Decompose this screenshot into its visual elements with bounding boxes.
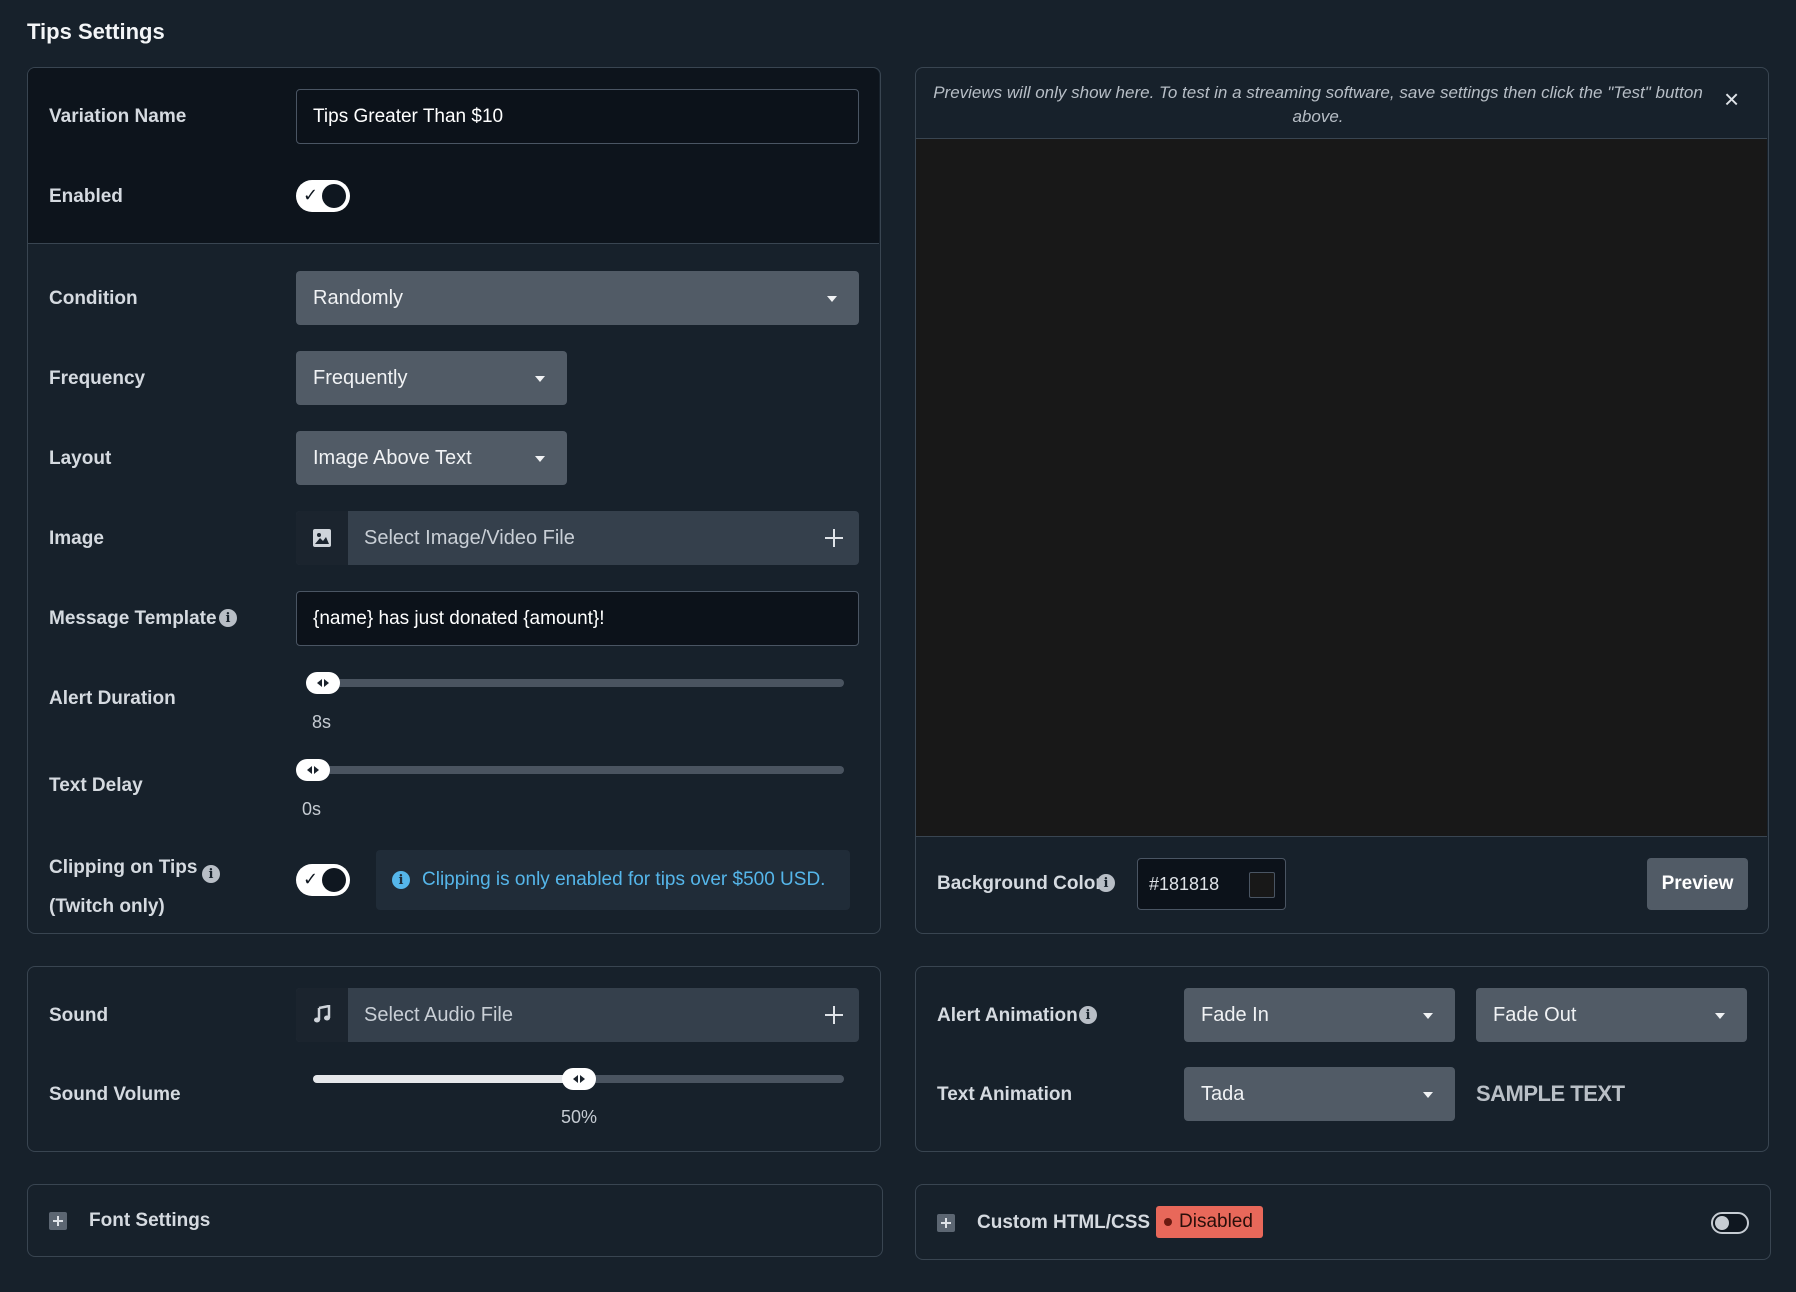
- status-dot: [1164, 1218, 1172, 1226]
- audio-file-picker[interactable]: Select Audio File: [296, 988, 859, 1042]
- expand-icon[interactable]: [49, 1212, 67, 1230]
- preview-notice: Previews will only show here. To test in…: [933, 83, 1703, 126]
- text-animation-label: Text Animation: [937, 1084, 1073, 1105]
- toggle-knob: [1715, 1216, 1729, 1230]
- toggle-knob: [322, 868, 346, 892]
- text-delay-slider-track[interactable]: [303, 766, 844, 774]
- custom-html-toggle[interactable]: [1711, 1212, 1749, 1234]
- sound-volume-label: Sound Volume: [49, 1084, 181, 1105]
- sample-text: SAMPLE TEXT: [1476, 1081, 1625, 1106]
- variation-settings-panel: Variation Name Tips Greater Than $10 Ena…: [27, 67, 881, 934]
- add-image-icon[interactable]: [825, 529, 843, 547]
- sound-panel: Sound Select Audio File Sound Volume 50%: [27, 966, 881, 1152]
- frequency-label: Frequency: [49, 368, 146, 389]
- sound-volume-value: 50%: [561, 1107, 598, 1127]
- text-animation-select[interactable]: Tada: [1184, 1067, 1455, 1121]
- text-animation-value: Tada: [1201, 1082, 1245, 1105]
- color-swatch[interactable]: [1249, 872, 1275, 898]
- image-placeholder: Select Image/Video File: [364, 526, 575, 549]
- chevron-down-icon: [535, 376, 545, 382]
- chevron-down-icon: [827, 296, 837, 302]
- preview-panel: Previews will only show here. To test in…: [915, 67, 1769, 934]
- background-color-value: #181818: [1149, 873, 1220, 894]
- condition-select[interactable]: Randomly: [296, 271, 859, 325]
- sound-volume-slider-fill: [313, 1075, 579, 1083]
- custom-html-panel[interactable]: Custom HTML/CSS Disabled: [915, 1184, 1771, 1260]
- check-icon: ✓: [303, 185, 319, 205]
- chevron-down-icon: [1423, 1013, 1433, 1019]
- sound-volume-slider-handle[interactable]: [562, 1068, 596, 1090]
- page-title: Tips Settings: [27, 19, 165, 44]
- info-icon[interactable]: i: [1079, 1006, 1097, 1024]
- variation-name-label: Variation Name: [49, 106, 187, 127]
- image-icon: [296, 511, 348, 565]
- clipping-toggle[interactable]: ✓: [296, 864, 350, 896]
- close-icon[interactable]: ×: [1724, 86, 1739, 112]
- add-audio-icon[interactable]: [825, 1006, 843, 1024]
- text-delay-label: Text Delay: [49, 775, 143, 796]
- alert-duration-slider-track[interactable]: [313, 679, 844, 687]
- expand-icon[interactable]: [937, 1214, 955, 1232]
- clipping-label-line1: Clipping on Tips: [49, 857, 198, 878]
- chevron-down-icon: [535, 456, 545, 462]
- enabled-label: Enabled: [49, 186, 123, 207]
- preview-button[interactable]: Preview: [1647, 858, 1748, 910]
- alert-duration-label: Alert Duration: [49, 688, 176, 709]
- status-badge-text: Disabled: [1179, 1211, 1253, 1232]
- toggle-knob: [322, 184, 346, 208]
- font-settings-panel[interactable]: Font Settings: [27, 1184, 883, 1257]
- image-label: Image: [49, 528, 104, 549]
- alert-in-value: Fade In: [1201, 1003, 1269, 1026]
- info-icon: i: [392, 871, 410, 889]
- layout-label: Layout: [49, 448, 112, 469]
- clipping-notice: i Clipping is only enabled for tips over…: [376, 850, 850, 910]
- alert-in-animation-select[interactable]: Fade In: [1184, 988, 1455, 1042]
- alert-duration-value: 8s: [312, 712, 332, 732]
- status-badge: Disabled: [1156, 1206, 1263, 1238]
- animation-panel: Alert Animation i Fade In Fade Out Text …: [915, 966, 1769, 1152]
- image-file-picker[interactable]: Select Image/Video File: [296, 511, 859, 565]
- background-color-input[interactable]: #181818: [1137, 858, 1286, 910]
- background-color-label: Background Color: [937, 873, 1103, 894]
- audio-placeholder: Select Audio File: [364, 1003, 513, 1026]
- clipping-label: Clipping on Tips (Twitch only): [49, 848, 197, 926]
- alert-out-value: Fade Out: [1493, 1003, 1577, 1026]
- chevron-down-icon: [1715, 1013, 1725, 1019]
- alert-animation-label: Alert Animation: [937, 1005, 1078, 1026]
- message-template-input[interactable]: {name} has just donated {amount}!: [296, 591, 859, 646]
- enabled-toggle[interactable]: ✓: [296, 180, 350, 212]
- info-icon[interactable]: i: [1097, 874, 1115, 892]
- condition-label: Condition: [49, 288, 138, 309]
- layout-value: Image Above Text: [313, 446, 472, 469]
- clipping-label-line2: (Twitch only): [49, 896, 165, 917]
- chevron-down-icon: [1423, 1092, 1433, 1098]
- music-note-icon: [296, 988, 348, 1042]
- text-delay-slider-handle[interactable]: [296, 759, 330, 781]
- check-icon: ✓: [303, 869, 319, 889]
- alert-duration-slider-handle[interactable]: [306, 672, 340, 694]
- info-icon[interactable]: i: [219, 609, 237, 627]
- frequency-value: Frequently: [313, 366, 408, 389]
- text-delay-value: 0s: [302, 799, 322, 819]
- sound-label: Sound: [49, 1005, 109, 1026]
- condition-value: Randomly: [313, 286, 404, 309]
- variation-name-input[interactable]: Tips Greater Than $10: [296, 89, 859, 144]
- font-settings-label: Font Settings: [89, 1210, 211, 1231]
- frequency-select[interactable]: Frequently: [296, 351, 567, 405]
- info-icon[interactable]: i: [202, 865, 220, 883]
- custom-html-label: Custom HTML/CSS: [977, 1212, 1151, 1233]
- message-template-label: Message Template: [49, 608, 217, 629]
- clipping-notice-text: Clipping is only enabled for tips over $…: [422, 869, 826, 890]
- preview-canvas: [916, 138, 1767, 837]
- alert-out-animation-select[interactable]: Fade Out: [1476, 988, 1747, 1042]
- layout-select[interactable]: Image Above Text: [296, 431, 567, 485]
